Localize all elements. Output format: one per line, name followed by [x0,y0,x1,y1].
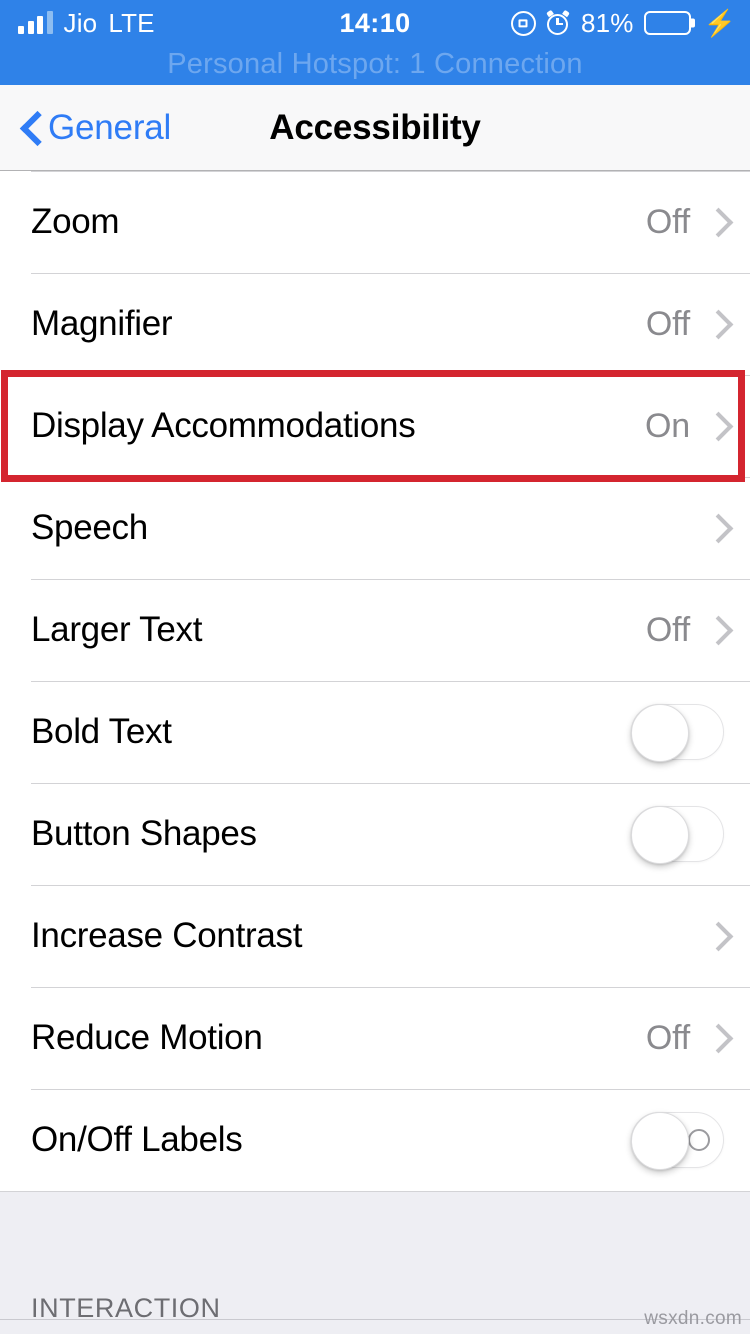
list-item-label: On/Off Labels [31,1120,243,1159]
list-item-label: Magnifier [31,304,173,343]
list-item-value: Off [645,1018,690,1057]
list-item-accessory: Off [646,1019,724,1058]
list-item[interactable]: Magnifier Off [0,273,750,375]
battery-icon [643,11,695,35]
list-item-value: Off [645,202,690,241]
section-gap [0,1191,750,1272]
section-header-interaction: INTERACTION [0,1272,750,1334]
list-item-accessory [708,513,724,543]
list-item[interactable]: Zoom Off [0,171,750,273]
list-item[interactable]: Speech [0,477,750,579]
chevron-right-icon [708,207,724,237]
list-item-label: Speech [31,508,148,547]
chevron-right-icon [708,921,724,951]
status-bar-row: Jio LTE 14:10 81% ⚡ [0,0,750,46]
list-item-accessory [631,1112,724,1170]
page-title: Accessibility [269,107,481,147]
battery-percent-label: 81% [580,7,634,38]
watermark: wsxdn.com [644,1308,742,1329]
phone-screen: Jio LTE 14:10 81% ⚡ Personal Hotspot: 1 … [0,0,750,1334]
list-item-accessory [631,704,724,762]
charging-bolt-icon: ⚡ [703,8,736,38]
toggle-off-label-icon [688,1129,710,1151]
list-item-label: Reduce Motion [31,1018,263,1057]
list-item-label: Display Accommodations [31,406,416,445]
settings-list: Zoom Off Magnifier Off Display Accommodation… [0,171,750,1191]
list-item-label: Bold Text [31,712,172,751]
list-item-accessory: Off [646,611,724,650]
status-bar-right: 81% ⚡ [510,0,736,46]
toggle-knob [631,704,689,762]
list-item[interactable]: Increase Contrast [0,885,750,987]
status-bar: Jio LTE 14:10 81% ⚡ Personal Hotspot: 1 … [0,0,750,85]
toggle-switch[interactable] [631,1112,724,1170]
list-item-label: Button Shapes [31,814,257,853]
chevron-right-icon [708,1023,724,1053]
list-item[interactable]: On/Off Labels [0,1089,750,1191]
toggle-switch[interactable] [631,704,724,762]
toggle-knob [631,806,689,864]
list-item-label: Larger Text [31,610,203,649]
list-item-accessory [708,921,724,951]
list-item-value: Off [645,304,690,343]
list-item[interactable]: Button Shapes [0,783,750,885]
chevron-right-icon [708,615,724,645]
list-item-accessory [631,806,724,864]
hotspot-banner: Personal Hotspot: 1 Connection [167,48,583,80]
clock-label: 14:10 [339,7,411,38]
row-separator [31,171,750,172]
list-item[interactable]: Larger Text Off [0,579,750,681]
list-item[interactable]: Bold Text [0,681,750,783]
chevron-right-icon [708,513,724,543]
chevron-right-icon [708,411,724,441]
toggle-knob [631,1112,689,1170]
list-item[interactable]: Display Accommodations On [0,375,750,477]
toggle-switch[interactable] [631,806,724,864]
watermark-rule [0,1319,750,1320]
list-item[interactable]: Reduce Motion Off [0,987,750,1089]
chevron-right-icon [708,309,724,339]
list-item-accessory: Off [646,305,724,344]
alarm-clock-icon [546,9,571,36]
list-item-label: Increase Contrast [31,916,303,955]
rotation-lock-icon [510,10,536,36]
list-item-label: Zoom [31,202,120,241]
list-item-accessory: Off [646,203,724,242]
list-item-accessory: On [645,407,724,446]
list-item-value: Off [645,610,690,649]
list-item-value: On [645,406,690,445]
navigation-bar: General Accessibility [0,85,750,171]
